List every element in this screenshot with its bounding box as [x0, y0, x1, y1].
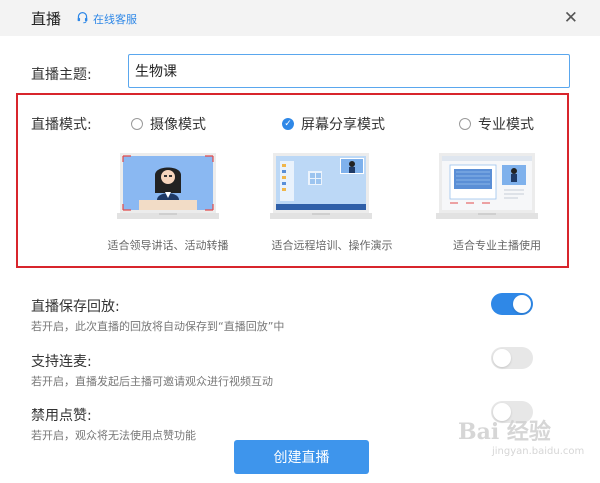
mode-option-label: 专业模式: [478, 117, 534, 133]
watermark-sub: jingyan.baidu.com: [492, 446, 585, 457]
radio-checked-icon: ✓: [282, 118, 294, 130]
close-icon[interactable]: ✕: [564, 9, 578, 27]
setting-desc-disable-likes: 若开启，观众将无法使用点赞功能: [31, 429, 196, 442]
screen-share-mode-illustration[interactable]: [270, 151, 372, 221]
mode-option-label: 摄像模式: [150, 117, 206, 133]
professional-mode-illustration[interactable]: [436, 151, 538, 221]
setting-desc-save-replay: 若开启，此次直播的回放将自动保存到“直播回放”中: [31, 320, 285, 333]
camera-mode-illustration[interactable]: [117, 151, 219, 221]
mode-label: 直播模式:: [31, 117, 92, 133]
customer-service-link[interactable]: 在线客服: [76, 11, 137, 27]
topic-input[interactable]: [128, 54, 570, 88]
setting-title-co-streaming: 支持连麦:: [31, 354, 92, 370]
co-streaming-toggle[interactable]: [491, 347, 533, 369]
mode-option-camera[interactable]: 摄像模式: [131, 114, 206, 134]
save-replay-toggle[interactable]: [491, 293, 533, 315]
topic-label: 直播主题:: [31, 67, 92, 83]
mode-option-professional[interactable]: 专业模式: [459, 114, 534, 134]
baidu-watermark: Bai 经验 jingyan.baidu.com: [458, 414, 584, 457]
headset-icon: [76, 11, 89, 27]
customer-service-label: 在线客服: [93, 13, 137, 26]
setting-title-save-replay: 直播保存回放:: [31, 299, 120, 315]
radio-icon: [131, 118, 143, 130]
mode-caption-professional: 适合专业主播使用: [453, 239, 541, 252]
radio-icon: [459, 118, 471, 130]
toggle-knob: [513, 295, 531, 313]
dialog-title: 直播: [31, 10, 62, 28]
dialog-header: 直播 在线客服 ✕: [0, 0, 600, 36]
mode-caption-camera: 适合领导讲话、活动转播: [107, 239, 229, 252]
mode-option-screen-share[interactable]: ✓ 屏幕分享模式: [282, 114, 385, 134]
toggle-knob: [493, 349, 511, 367]
mode-option-label: 屏幕分享模式: [301, 117, 385, 133]
setting-title-disable-likes: 禁用点赞:: [31, 408, 92, 424]
setting-desc-co-streaming: 若开启，直播发起后主播可邀请观众进行视频互动: [31, 375, 273, 388]
mode-caption-screen-share: 适合远程培训、操作演示: [271, 239, 393, 252]
create-live-button[interactable]: 创建直播: [234, 440, 369, 474]
watermark-main: Bai 经验: [458, 419, 551, 445]
